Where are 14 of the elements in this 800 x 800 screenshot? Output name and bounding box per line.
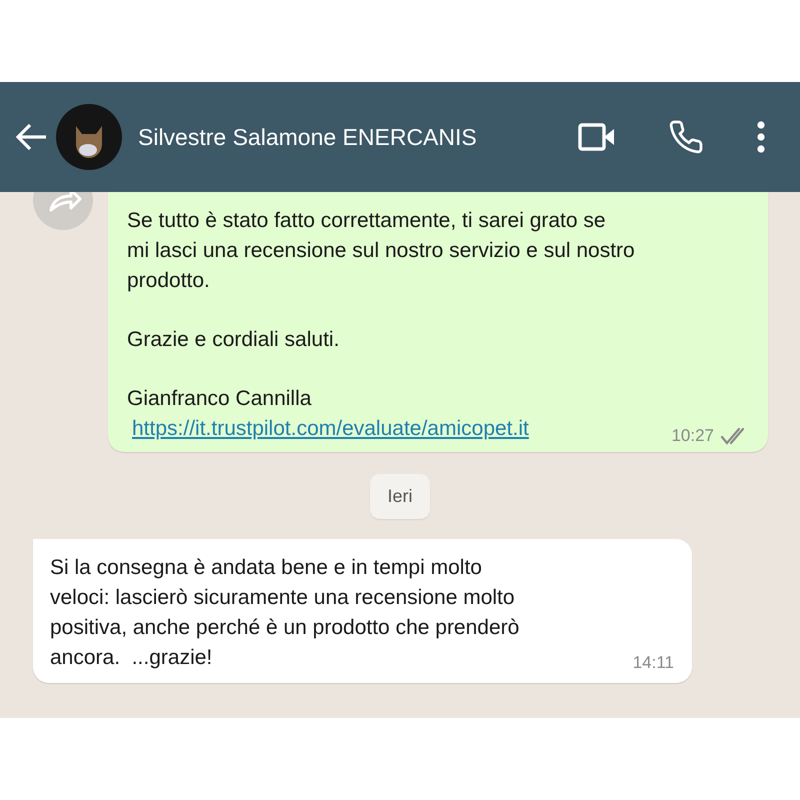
- date-label: Ieri: [370, 474, 430, 519]
- message-time: 10:27: [671, 426, 714, 446]
- back-arrow-icon[interactable]: [14, 122, 48, 152]
- contact-name[interactable]: Silvestre Salamone ENERCANIS: [138, 124, 578, 150]
- video-call-icon[interactable]: [578, 122, 616, 152]
- message-text: Grazie e cordiali saluti.: [127, 327, 340, 353]
- message-text: Se tutto è stato fatto correttamente, ti sarei grato se mi lasci una recensione sul nostro servizio e sul nostro prodotto.: [127, 208, 636, 294]
- review-link[interactable]: https://it.trustpilot.com/evaluate/amicopet.it: [132, 414, 529, 444]
- phone-icon[interactable]: [668, 119, 704, 155]
- message-text: Gianfranco Cannilla: [127, 386, 312, 412]
- avatar[interactable]: [56, 104, 122, 170]
- message-time: 14:11: [632, 653, 674, 673]
- message-text: Si la consegna è andata bene e in tempi molto veloci: lascierò sicuramente una recensione molto positiva, anche perché è un prodotto che prenderò ancora. ...grazie!: [50, 555, 520, 671]
- more-options-icon[interactable]: [756, 121, 766, 153]
